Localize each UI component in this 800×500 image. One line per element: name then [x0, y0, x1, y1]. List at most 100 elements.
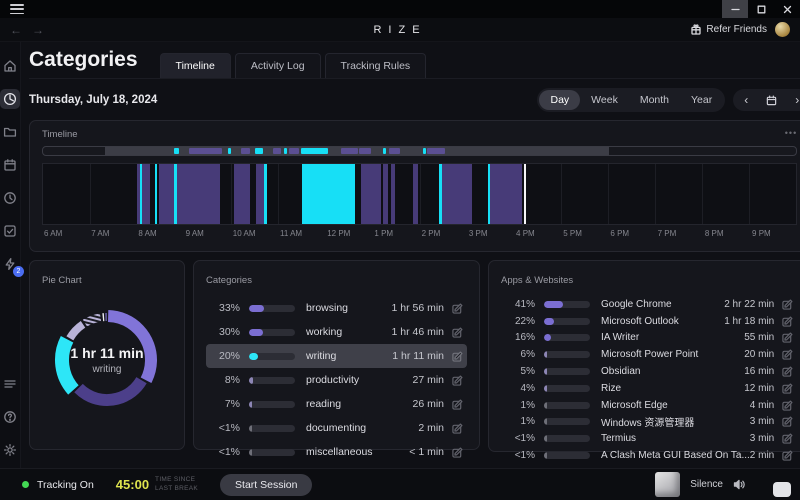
timeline-gridline	[608, 164, 609, 224]
edit-icon[interactable]	[452, 351, 463, 362]
avatar[interactable]	[775, 22, 790, 37]
timeline-gridline	[561, 164, 562, 224]
tab-timeline[interactable]: Timeline	[160, 53, 231, 78]
timeline-activity-block[interactable]	[302, 164, 355, 224]
refer-friends-button[interactable]: Refer Friends	[691, 24, 767, 35]
row-percent: 6%	[505, 349, 535, 360]
row-bar	[249, 449, 295, 456]
edit-icon[interactable]	[782, 366, 793, 377]
calendar-picker-button[interactable]	[757, 93, 786, 108]
edit-icon[interactable]	[452, 399, 463, 410]
window-minimize-button[interactable]	[722, 0, 748, 18]
range-option-month[interactable]: Month	[629, 90, 680, 110]
edit-icon[interactable]	[782, 332, 793, 343]
list-item-google-chrome[interactable]: 41%Google Chrome2 hr 22 min	[501, 296, 797, 313]
list-item-microsoft-edge[interactable]: 1%Microsoft Edge4 min	[501, 397, 797, 414]
timeline-activity-block[interactable]	[442, 164, 473, 224]
row-label: A Clash Meta GUI Based On Ta...	[601, 450, 750, 461]
window-maximize-button[interactable]	[748, 0, 774, 18]
edit-icon[interactable]	[452, 375, 463, 386]
timeline-activity-block[interactable]	[256, 164, 264, 224]
list-item-browsing[interactable]: 33%browsing1 hr 56 min	[206, 296, 467, 320]
timeline-activity-block[interactable]	[361, 164, 381, 224]
tab-tracking-rules[interactable]: Tracking Rules	[325, 53, 427, 78]
row-percent: 4%	[505, 383, 535, 394]
sidebar-item-tasks[interactable]	[0, 221, 20, 241]
timeline-axis-label: 9 AM	[184, 229, 204, 238]
categories-panel-title: Categories	[206, 275, 252, 286]
timeline-activity-block[interactable]	[391, 164, 395, 224]
edit-icon[interactable]	[782, 416, 793, 427]
sidebar-item-calendar[interactable]	[0, 155, 20, 175]
list-item-microsoft-outlook[interactable]: 22%Microsoft Outlook1 hr 18 min	[501, 313, 797, 330]
tab-activity-log[interactable]: Activity Log	[235, 53, 321, 78]
edit-icon[interactable]	[452, 327, 463, 338]
sidebar-item-list[interactable]	[0, 374, 20, 394]
list-item-working[interactable]: 30%working1 hr 46 min	[206, 320, 467, 344]
list-item-microsoft-power-point[interactable]: 6%Microsoft Power Point20 min	[501, 346, 797, 363]
edit-icon[interactable]	[452, 447, 463, 458]
sidebar-item-projects[interactable]	[0, 122, 20, 142]
timeline-activity-block[interactable]	[490, 164, 522, 224]
list-item-productivity[interactable]: 8%productivity27 min	[206, 368, 467, 392]
list-item-writing[interactable]: 20%writing1 hr 11 min	[206, 344, 467, 368]
list-item-termius[interactable]: <1%Termius3 min	[501, 430, 797, 447]
timeline-activity-block[interactable]	[177, 164, 220, 224]
row-bar	[544, 402, 590, 409]
list-item-documenting[interactable]: <1%documenting2 min	[206, 416, 467, 440]
list-item-ia-writer[interactable]: 16%IA Writer55 min	[501, 330, 797, 347]
timeline-overview-scrubber[interactable]	[42, 146, 797, 156]
sidebar-item-categories[interactable]	[0, 89, 20, 109]
list-item-windows[interactable]: 1%Windows 资源管理器3 min	[501, 414, 797, 431]
edit-icon[interactable]	[782, 299, 793, 310]
edit-icon[interactable]	[782, 450, 793, 461]
list-item-reading[interactable]: 7%reading26 min	[206, 392, 467, 416]
sidebar-item-sessions[interactable]: 2	[0, 254, 20, 274]
timeline-activity-block[interactable]	[413, 164, 419, 224]
chat-launcher-icon[interactable]	[773, 482, 791, 497]
timeline-activity-block[interactable]	[234, 164, 250, 224]
prev-day-button[interactable]: ‹	[735, 91, 757, 109]
timeline-activity-block[interactable]	[155, 164, 157, 224]
range-option-week[interactable]: Week	[580, 90, 629, 110]
row-label: browsing	[306, 302, 391, 314]
edit-icon[interactable]	[782, 400, 793, 411]
sidebar-item-timer[interactable]	[0, 188, 20, 208]
list-item-rize[interactable]: 4%Rize12 min	[501, 380, 797, 397]
sidebar-item-home[interactable]	[0, 56, 20, 76]
timeline-menu-button[interactable]: •••	[785, 129, 797, 140]
row-label: Obsidian	[601, 366, 744, 377]
timeline-activity-block[interactable]	[159, 164, 174, 224]
next-day-button[interactable]: ›	[786, 91, 800, 109]
row-label: Microsoft Edge	[601, 400, 750, 411]
list-item-a-clash-meta-gui-based-on-ta[interactable]: <1%A Clash Meta GUI Based On Ta...2 min	[501, 447, 797, 464]
forward-arrow-icon[interactable]: →	[32, 24, 44, 36]
hamburger-menu-icon[interactable]	[10, 4, 24, 14]
sidebar-item-settings[interactable]	[0, 440, 20, 460]
timeline-activity-block[interactable]	[264, 164, 266, 224]
edit-icon[interactable]	[782, 383, 793, 394]
edit-icon[interactable]	[452, 423, 463, 434]
range-option-day[interactable]: Day	[539, 90, 580, 110]
timeline-gridline	[420, 164, 421, 224]
edit-icon[interactable]	[782, 433, 793, 444]
range-option-year[interactable]: Year	[680, 90, 723, 110]
media-thumbnail[interactable]	[655, 472, 680, 497]
start-session-button[interactable]: Start Session	[220, 474, 312, 496]
speaker-icon[interactable]	[733, 479, 746, 490]
back-arrow-icon[interactable]: ←	[10, 24, 22, 36]
break-timer-caption: TIME SINCELAST BREAK	[155, 476, 198, 492]
list-item-obsidian[interactable]: 5%Obsidian16 min	[501, 363, 797, 380]
window-close-button[interactable]	[774, 0, 800, 18]
edit-icon[interactable]	[782, 316, 793, 327]
timeline-activity-block[interactable]	[142, 164, 150, 224]
sidebar-item-help[interactable]	[0, 407, 20, 427]
row-time: 1 hr 46 min	[391, 326, 444, 338]
list-item-miscellaneous[interactable]: <1%miscellaneous< 1 min	[206, 440, 467, 464]
timeline-axis-label: 6 AM	[42, 229, 62, 238]
edit-icon[interactable]	[782, 349, 793, 360]
timeline-activity-block[interactable]	[383, 164, 388, 224]
timeline-overview-segment	[427, 148, 445, 154]
timeline-plot[interactable]	[42, 163, 797, 225]
edit-icon[interactable]	[452, 303, 463, 314]
